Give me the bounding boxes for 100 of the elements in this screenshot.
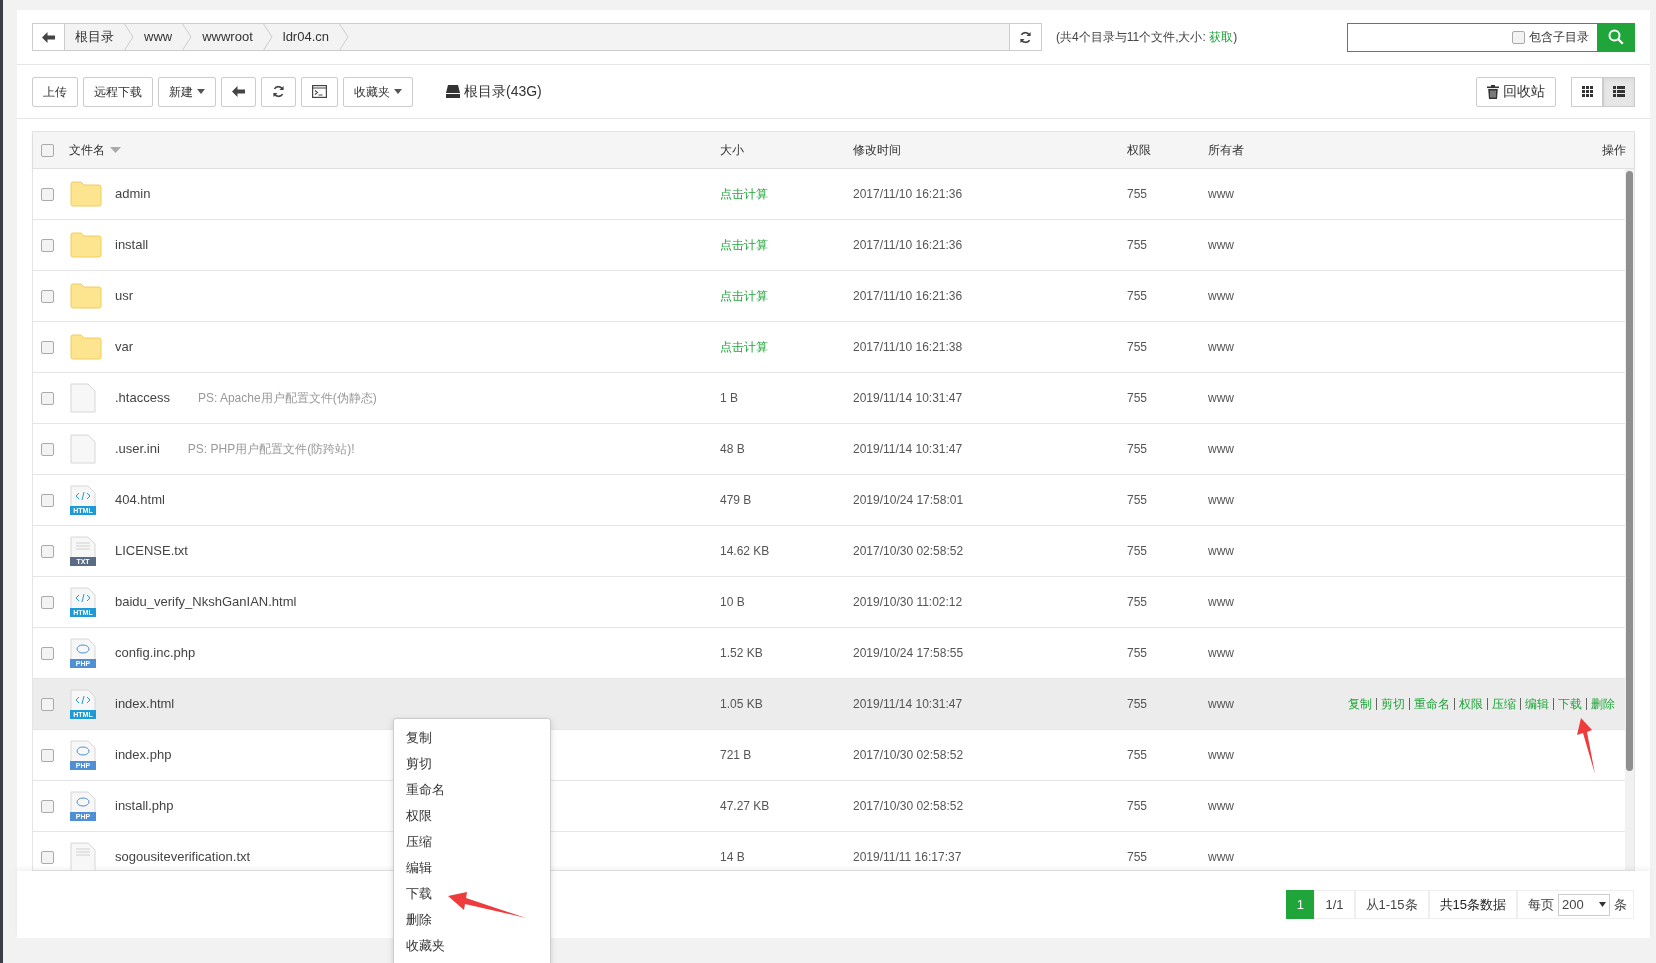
- menu-item[interactable]: 权限: [394, 803, 550, 829]
- checkbox[interactable]: [41, 493, 54, 507]
- text-file-icon: [70, 842, 96, 870]
- refresh-button[interactable]: [261, 76, 296, 107]
- file-size: 1.52 KB: [720, 646, 763, 660]
- folder-icon: [70, 283, 102, 309]
- checkbox[interactable]: [1512, 30, 1525, 44]
- back-arrow-icon: [232, 86, 245, 97]
- menu-item[interactable]: 删除: [394, 907, 550, 933]
- menu-item[interactable]: 下载: [394, 881, 550, 907]
- file-name[interactable]: .user.ini: [115, 439, 160, 459]
- file-name[interactable]: baidu_verify_NkshGanIAN.html: [115, 592, 297, 612]
- file-name[interactable]: .htaccess: [115, 388, 170, 408]
- permission: 755: [1127, 799, 1148, 813]
- terminal-button[interactable]: [301, 76, 338, 107]
- row-total: 共15条数据: [1428, 890, 1517, 919]
- modified-time: 2017/10/30 02:58:52: [853, 799, 964, 813]
- column-header: 大小: [720, 143, 744, 157]
- checkbox[interactable]: [41, 697, 54, 711]
- file-name[interactable]: admin: [115, 184, 151, 204]
- checkbox[interactable]: [41, 187, 54, 201]
- file-name[interactable]: install: [115, 235, 149, 255]
- file-name[interactable]: usr: [115, 286, 134, 306]
- toolbar-button[interactable]: 收藏夹: [343, 76, 413, 107]
- permission: 755: [1127, 544, 1148, 558]
- modified-time: 2019/11/14 10:31:47: [853, 697, 963, 711]
- modified-time: 2019/11/14 10:31:47: [853, 391, 963, 405]
- owner: www: [1208, 340, 1234, 354]
- checkbox[interactable]: [41, 850, 54, 864]
- permission: 755: [1127, 442, 1148, 456]
- search-icon: [1608, 29, 1624, 45]
- owner: www: [1208, 799, 1234, 813]
- file-size: 48 B: [720, 442, 745, 456]
- checkbox[interactable]: [41, 799, 54, 813]
- trash-icon: [1487, 84, 1499, 99]
- caret-icon: [394, 89, 402, 94]
- summary-text: (共4个目录与11个文件,大小: 获取): [1056, 29, 1238, 46]
- checkbox-label: 包含子目录: [1529, 29, 1589, 46]
- file-name[interactable]: 404.html: [115, 490, 165, 510]
- modified-time: 2017/11/10 16:21:36: [853, 289, 963, 303]
- permission: 755: [1127, 646, 1148, 660]
- back-button[interactable]: [221, 76, 256, 107]
- checkbox[interactable]: [41, 340, 54, 354]
- file-icon: [70, 434, 96, 464]
- file-name[interactable]: sogousiteverification.txt: [115, 847, 251, 867]
- checkbox[interactable]: [41, 143, 54, 157]
- file-note: PS: Apache用户配置文件(伪静态): [197, 390, 377, 407]
- permission: 755: [1127, 493, 1148, 507]
- search-button[interactable]: [1597, 22, 1635, 52]
- grid-view-button[interactable]: [1571, 76, 1603, 107]
- search-field[interactable]: 包含子目录: [1347, 22, 1635, 52]
- file-name[interactable]: var: [115, 337, 134, 357]
- file-name[interactable]: index.html: [115, 694, 175, 714]
- owner: www: [1208, 697, 1234, 711]
- recycle-bin-button[interactable]: 回收站: [1476, 76, 1556, 107]
- column-header[interactable]: 文件名: [69, 141, 105, 159]
- toolbar-button[interactable]: 远程下载: [83, 76, 153, 107]
- menu-item[interactable]: 剪切: [394, 751, 550, 777]
- column-header: 所有者: [1208, 143, 1244, 157]
- checkbox[interactable]: [41, 544, 54, 558]
- list-view-button[interactable]: [1603, 76, 1635, 107]
- checkbox[interactable]: [41, 748, 54, 762]
- file-name[interactable]: install.php: [115, 796, 174, 816]
- refresh-icon: [272, 85, 285, 98]
- owner: www: [1208, 289, 1234, 303]
- file-icon: [70, 383, 96, 413]
- checkbox[interactable]: [41, 442, 54, 456]
- owner: www: [1208, 187, 1234, 201]
- permission: 755: [1127, 748, 1148, 762]
- file-name[interactable]: config.inc.php: [115, 643, 196, 663]
- checkbox[interactable]: [41, 238, 54, 252]
- permission: 755: [1127, 238, 1148, 252]
- checkbox[interactable]: [41, 289, 54, 303]
- file-note: PS: PHP用户配置文件(防跨站)!: [187, 441, 355, 458]
- file-name[interactable]: LICENSE.txt: [115, 541, 188, 561]
- menu-item[interactable]: 压缩: [394, 829, 550, 855]
- disk-icon: [446, 85, 460, 98]
- menu-item[interactable]: 收藏夹: [394, 933, 550, 959]
- breadcrumb-link[interactable]: ldr04.cn: [272, 27, 339, 47]
- page-info: 1/1: [1314, 890, 1355, 919]
- breadcrumb-link[interactable]: wwwroot: [192, 27, 263, 47]
- file-size: 14 B: [720, 850, 745, 864]
- menu-item[interactable]: 编辑: [394, 855, 550, 881]
- checkbox[interactable]: [41, 595, 54, 609]
- breadcrumb-link[interactable]: 根目录: [65, 27, 124, 47]
- list-icon: [1613, 86, 1625, 97]
- back-arrow-icon: [42, 31, 55, 43]
- scrollbar[interactable]: [1625, 169, 1634, 870]
- file-size: 1 B: [720, 391, 738, 405]
- toolbar-button[interactable]: 新建: [158, 76, 216, 107]
- per-page-select[interactable]: 200: [1558, 893, 1610, 916]
- refresh-button[interactable]: [1009, 24, 1041, 50]
- caret-icon: [197, 89, 205, 94]
- toolbar-button[interactable]: 上传: [32, 76, 78, 107]
- breadcrumb-link[interactable]: www: [134, 27, 183, 47]
- checkbox[interactable]: [41, 391, 54, 405]
- back-button[interactable]: [33, 24, 65, 50]
- unit-label: 条: [1614, 895, 1627, 914]
- checkbox[interactable]: [41, 646, 54, 660]
- file-name[interactable]: index.php: [115, 745, 172, 765]
